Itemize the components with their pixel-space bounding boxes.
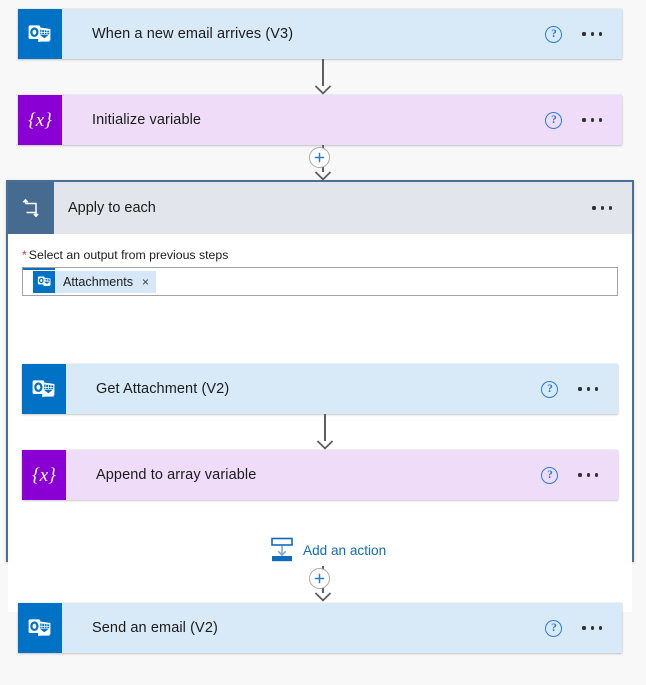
add-an-action-button[interactable]: Add an action (270, 537, 386, 563)
input-focus-accent (23, 268, 55, 270)
flow-step-title: Send an email (V2) (92, 620, 218, 636)
svg-text:{x}: {x} (28, 110, 52, 131)
help-icon[interactable]: ? (541, 466, 559, 484)
card-actions: ? (545, 95, 622, 145)
svg-text:{x}: {x} (32, 465, 56, 486)
outlook-icon (22, 364, 66, 414)
required-marker: * (22, 248, 27, 262)
help-icon[interactable]: ? (541, 380, 559, 398)
insert-new-step-button[interactable] (309, 147, 330, 168)
help-icon[interactable]: ? (545, 25, 563, 43)
outlook-icon (18, 9, 62, 59)
loop-icon (8, 182, 54, 234)
outlook-icon (18, 603, 62, 653)
flow-step-title: Initialize variable (92, 112, 202, 128)
more-commands-button[interactable] (582, 622, 602, 633)
flow-step-card-trigger[interactable]: When a new email arrives (V3) ? (18, 9, 622, 59)
flow-step-card-get-attachment[interactable]: Get Attachment (V2) ? (22, 364, 618, 414)
more-commands-button[interactable] (592, 202, 612, 213)
token-remove-button[interactable]: × (142, 276, 149, 288)
plus-icon (314, 152, 325, 163)
variable-icon: {x} (18, 95, 62, 145)
connector-trigger-to-initialize (303, 59, 343, 95)
arrow-down-icon (314, 85, 332, 95)
token-chip-label: Attachments (63, 274, 133, 289)
variable-icon: {x} (22, 450, 66, 500)
flow-step-card-append-to-array[interactable]: {x} Append to array variable ? (22, 450, 618, 500)
scope-header[interactable]: Apply to each (8, 182, 632, 234)
insert-step-icon (271, 537, 293, 562)
flow-step-title: Append to array variable (96, 467, 257, 483)
add-an-action-label: Add an action (303, 542, 387, 558)
scope-apply-to-each[interactable]: Apply to each * Select an output from pre… (6, 180, 634, 612)
help-icon[interactable]: ? (545, 111, 563, 129)
outlook-icon (33, 270, 55, 293)
flow-designer-canvas: When a new email arrives (V3) ? {x} Init… (0, 0, 646, 685)
arrow-down-icon (316, 440, 334, 450)
token-chip-attachments[interactable]: Attachments × (33, 270, 157, 293)
arrow-down-icon (314, 592, 332, 602)
connector-get-attachment-to-append (305, 414, 345, 450)
scope-title: Apply to each (68, 200, 156, 216)
flow-step-card-initialize-variable[interactable]: {x} Initialize variable ? (18, 95, 622, 145)
flow-step-title: Get Attachment (V2) (96, 381, 230, 397)
more-commands-button[interactable] (582, 114, 602, 125)
help-icon[interactable]: ? (545, 619, 563, 637)
scope-actions (592, 182, 632, 234)
card-actions: ? (541, 450, 618, 500)
scope-body: * Select an output from previous steps A… (8, 234, 632, 612)
insert-new-step-button[interactable] (309, 568, 330, 589)
select-output-input[interactable]: Attachments × (22, 267, 618, 296)
card-actions: ? (541, 364, 618, 414)
more-commands-button[interactable] (578, 469, 598, 480)
card-actions: ? (545, 9, 622, 59)
flow-step-card-send-email[interactable]: Send an email (V2) ? (18, 603, 622, 653)
select-output-label-text: Select an output from previous steps (28, 248, 229, 262)
more-commands-button[interactable] (582, 28, 602, 39)
select-output-label: * Select an output from previous steps (22, 248, 228, 262)
card-actions: ? (545, 603, 622, 653)
plus-icon (314, 573, 325, 584)
more-commands-button[interactable] (578, 383, 598, 394)
flow-step-title: When a new email arrives (V3) (92, 26, 294, 42)
